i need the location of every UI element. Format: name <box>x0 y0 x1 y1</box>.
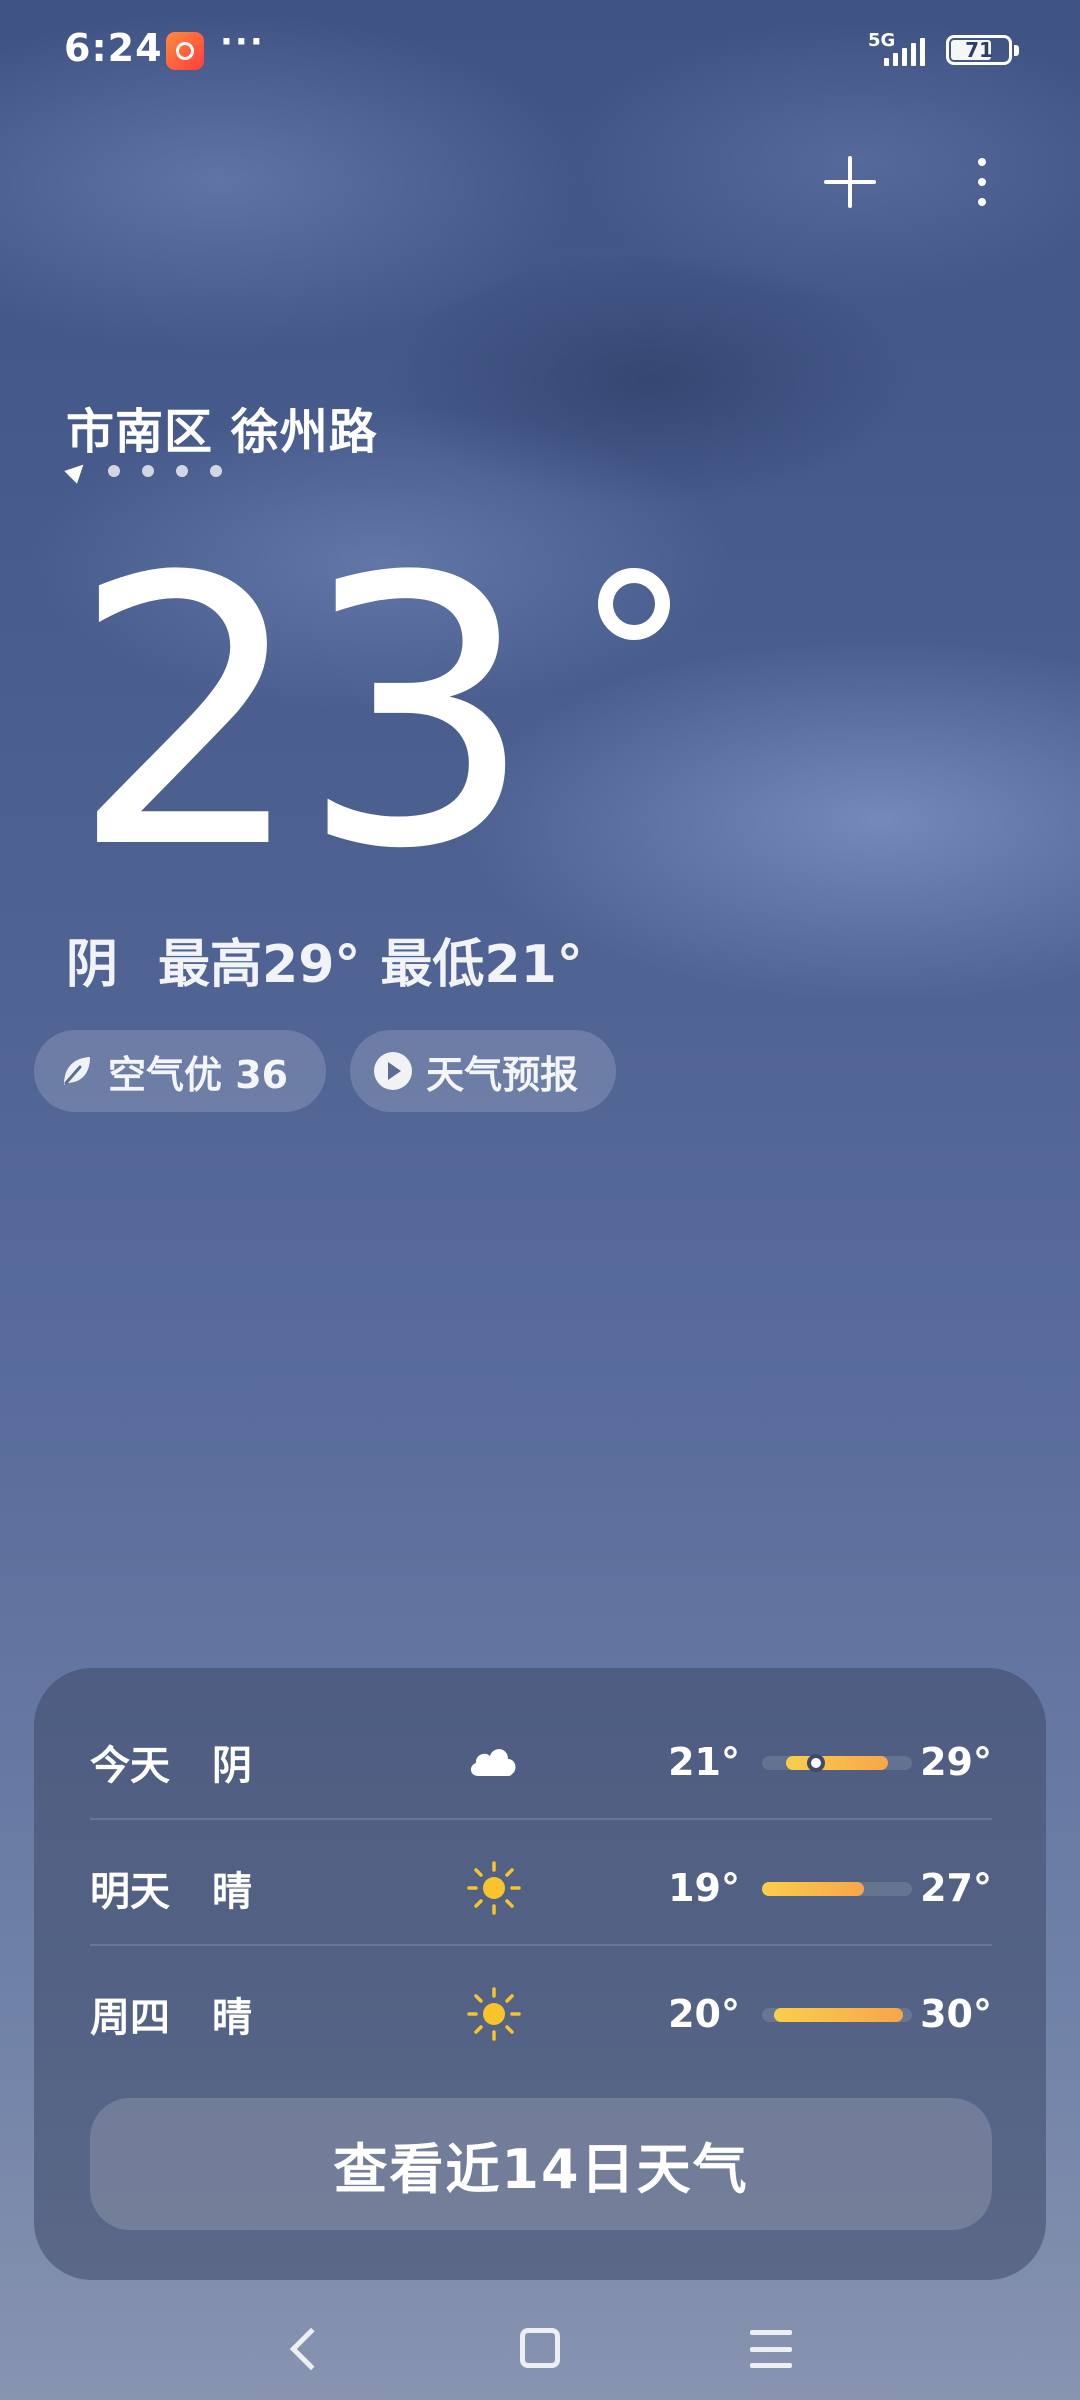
forecast-condition: 阴 <box>212 1743 252 1789</box>
forecast-row[interactable]: 周四 晴 20° 30° <box>90 1952 992 2076</box>
more-menu-button[interactable] <box>960 154 1004 210</box>
more-notifications-icon: ··· <box>220 22 265 62</box>
forecast-card: 今天 阴 21° 29° 明天 晴 19° 27° 周四 晴 20° 30° 查… <box>34 1668 1046 2280</box>
play-icon <box>374 1052 413 1090</box>
forecast-high: 27° <box>920 1866 992 1910</box>
leaf-icon <box>64 1057 90 1085</box>
divider <box>90 1944 992 1946</box>
cloud-icon <box>470 1749 516 1776</box>
forecast-high: 30° <box>920 1992 992 2036</box>
degree-symbol-icon <box>598 568 670 640</box>
home-icon[interactable] <box>520 2328 560 2368</box>
forecast-day: 今天 <box>90 1743 170 1789</box>
air-quality-chip[interactable]: 空气优 36 <box>34 1030 327 1112</box>
divider <box>90 1818 992 1820</box>
view-14-day-button[interactable]: 查看近14日天气 <box>90 2098 992 2230</box>
current-temperature-marker <box>807 1754 825 1772</box>
forecast-low: 21° <box>668 1740 740 1784</box>
location-arrow-icon <box>64 458 90 484</box>
temperature-range-bar <box>762 2008 912 2022</box>
forecast-row[interactable]: 明天 晴 19° 27° <box>90 1826 992 1950</box>
current-temperature: 23 <box>70 500 535 930</box>
system-nav-bar <box>0 2290 1080 2400</box>
location-title[interactable]: 市南区 徐州路 <box>66 392 378 462</box>
city-page-indicator <box>64 458 222 484</box>
today-high: 最高29° <box>158 935 361 995</box>
forecast-day: 明天 <box>90 1869 170 1915</box>
forecast-video-chip[interactable]: 天气预报 <box>350 1030 617 1112</box>
current-condition: 阴 <box>66 935 119 995</box>
info-chips: 空气优 36 天气预报 <box>34 1030 617 1112</box>
signal-icon <box>884 36 925 66</box>
air-quality-label: 空气优 36 <box>108 1052 289 1097</box>
status-time: 6:24 <box>64 26 163 70</box>
sun-icon <box>467 1861 521 1915</box>
today-summary: 阴 最高29° 最低21° <box>66 922 583 997</box>
forecast-condition: 晴 <box>212 1995 252 2041</box>
temperature-range-bar <box>762 1754 912 1772</box>
battery-icon: 71 <box>946 35 1012 65</box>
forecast-video-label: 天气预报 <box>426 1052 579 1097</box>
back-icon[interactable] <box>289 2327 333 2371</box>
forecast-condition: 晴 <box>212 1869 252 1915</box>
app-notification-icon <box>166 32 204 70</box>
forecast-row[interactable]: 今天 阴 21° 29° <box>90 1700 992 1824</box>
sun-icon <box>467 1987 521 2041</box>
forecast-high: 29° <box>920 1740 992 1784</box>
temperature-range-bar <box>762 1882 912 1896</box>
add-city-button[interactable] <box>822 154 878 210</box>
recent-apps-icon[interactable] <box>750 2330 792 2368</box>
forecast-day: 周四 <box>90 1995 170 2041</box>
status-bar: 6:24 ··· 5G 71 <box>0 0 1080 100</box>
forecast-low: 20° <box>668 1992 740 2036</box>
forecast-low: 19° <box>668 1866 740 1910</box>
today-low: 最低21° <box>380 935 583 995</box>
battery-level: 71 <box>965 38 993 62</box>
